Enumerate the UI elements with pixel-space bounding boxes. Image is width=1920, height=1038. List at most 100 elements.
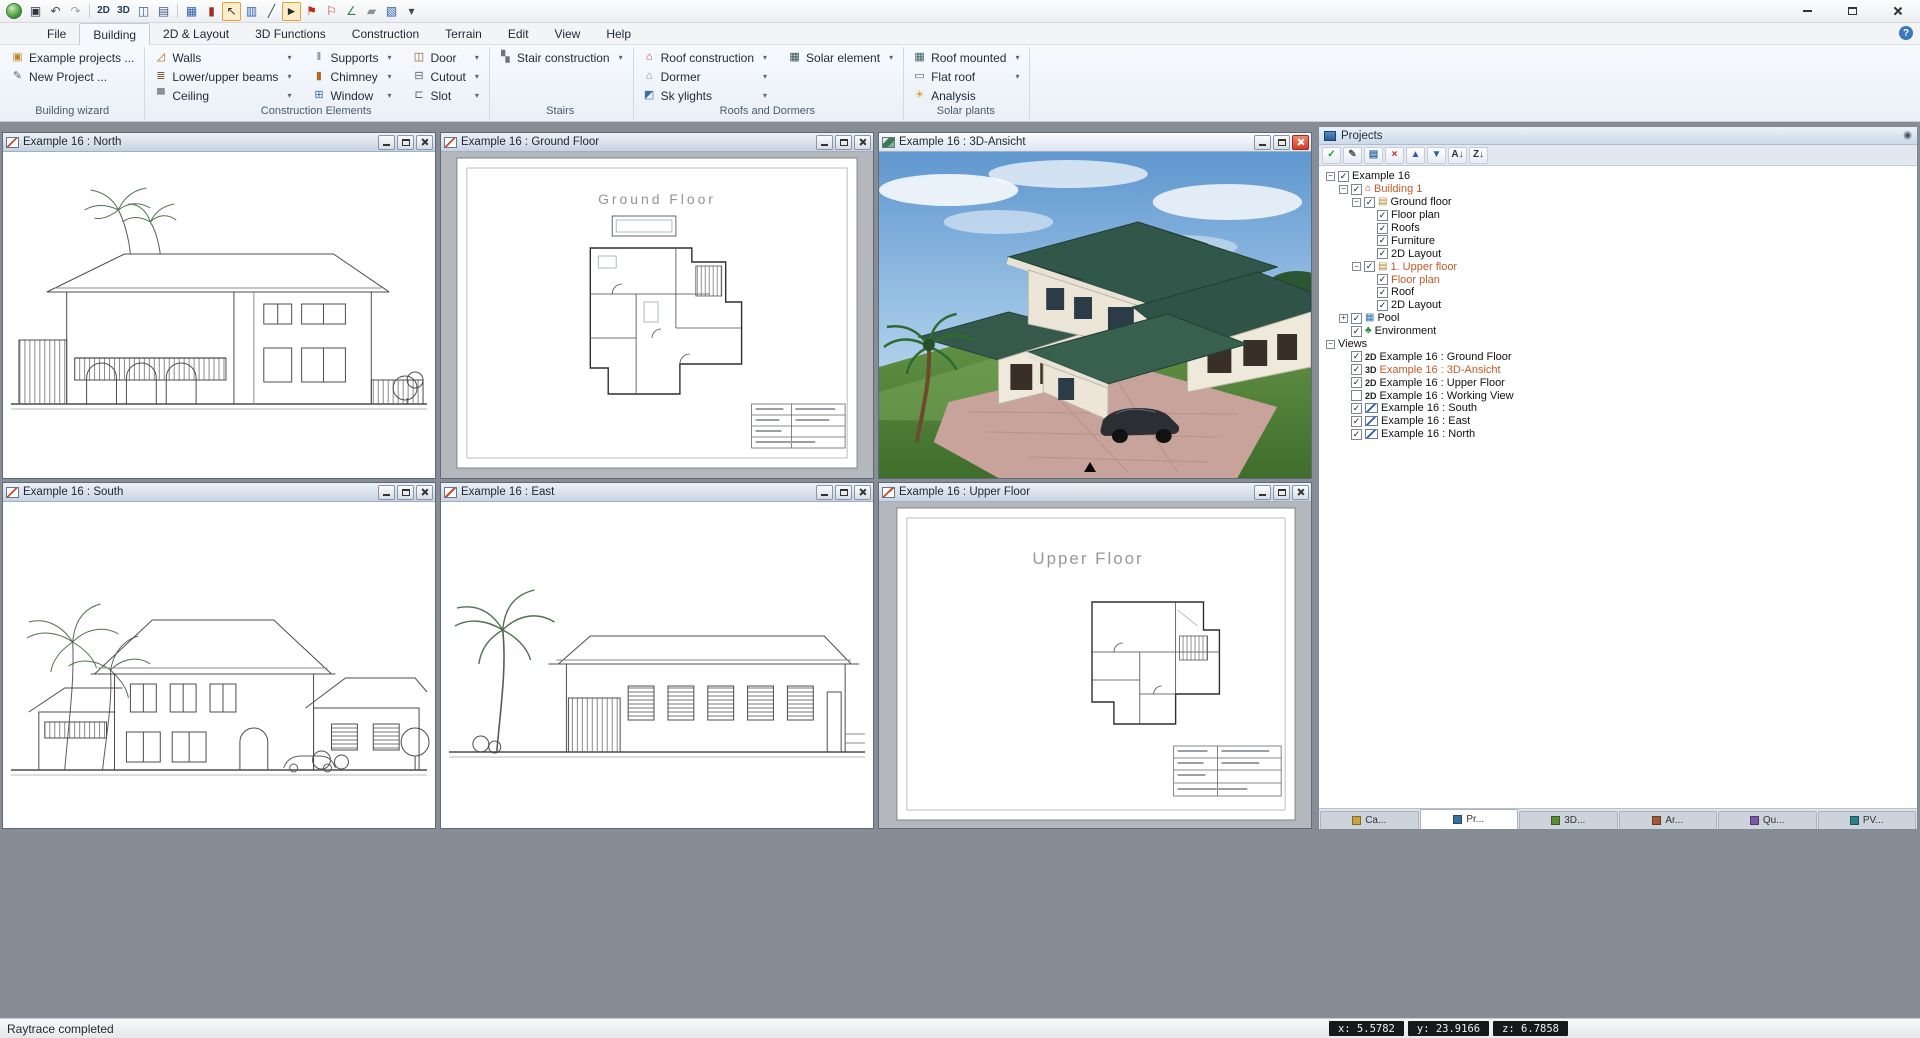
- window-titlebar[interactable]: Example 16 : North: [3, 133, 435, 152]
- window-maximize-button[interactable]: [835, 485, 852, 500]
- tree-checkbox[interactable]: ✓: [1364, 197, 1375, 208]
- tree-expander-icon[interactable]: −: [1326, 340, 1335, 349]
- tree-item-label[interactable]: Roofs: [1391, 222, 1420, 234]
- dropdown-arrow-icon[interactable]: ▾: [382, 91, 391, 100]
- ribbon-item-slot[interactable]: ⊏Slot▾: [410, 86, 481, 105]
- elevation-drawing-north[interactable]: [3, 152, 435, 478]
- save-icon[interactable]: ▣: [26, 2, 45, 21]
- tree-item-label[interactable]: Environment: [1375, 325, 1437, 337]
- tree-item-label[interactable]: Example 16 : Upper Floor: [1380, 377, 1505, 389]
- ribbon-item-door[interactable]: ◫Door▾: [410, 48, 481, 67]
- tile-vertical-icon[interactable]: ▤: [154, 2, 173, 21]
- window-close-button[interactable]: [854, 135, 871, 150]
- tree-item-label[interactable]: Example 16 : Working View: [1380, 390, 1514, 402]
- dropdown-arrow-icon[interactable]: ▾: [282, 72, 291, 81]
- window-maximize-button[interactable]: [397, 485, 414, 500]
- tree-item-label[interactable]: Floor plan: [1391, 209, 1440, 221]
- ribbon-item-sk-ylights[interactable]: ◩Sk ylights▾: [640, 86, 769, 105]
- plan-sheet-ground-floor[interactable]: Ground Floor: [441, 152, 873, 478]
- tree-checkbox[interactable]: ✓: [1377, 274, 1388, 285]
- tree-checkbox[interactable]: ✓: [1377, 287, 1388, 298]
- tree-item-label[interactable]: 2D Layout: [1391, 299, 1441, 311]
- menu-tab-file[interactable]: File: [34, 23, 79, 44]
- elevation-drawing-east[interactable]: [441, 502, 873, 828]
- dropdown-arrow-icon[interactable]: ▾: [470, 53, 479, 62]
- report-icon[interactable]: ▤: [1364, 147, 1383, 164]
- elevation-drawing-south[interactable]: [3, 502, 435, 828]
- window-maximize-button[interactable]: [397, 135, 414, 150]
- confirm-icon[interactable]: ✓: [1322, 147, 1341, 164]
- window-minimize-button[interactable]: [1254, 485, 1271, 500]
- tree-expander-icon[interactable]: +: [1339, 314, 1348, 323]
- window-titlebar[interactable]: Example 16 : 3D-Ansicht: [879, 133, 1311, 152]
- tree-checkbox[interactable]: [1351, 390, 1362, 401]
- dropdown-arrow-icon[interactable]: ▾: [282, 53, 291, 62]
- view-3d-button[interactable]: 3D: [114, 2, 133, 21]
- tree-item-label[interactable]: 2D Layout: [1391, 248, 1441, 260]
- tree-checkbox[interactable]: ✓: [1351, 429, 1362, 440]
- tile-horizontal-icon[interactable]: ◫: [134, 2, 153, 21]
- ribbon-item-flat-roof[interactable]: ▭Flat roof▾: [910, 67, 1021, 86]
- ribbon-item-stair-construction[interactable]: ▚Stair construction▾: [496, 48, 625, 67]
- tree-item-label[interactable]: Floor plan: [1391, 274, 1440, 286]
- dropdown-arrow-icon[interactable]: ▾: [758, 91, 767, 100]
- window-minimize-button[interactable]: [816, 485, 833, 500]
- move-down-icon[interactable]: ▼: [1427, 147, 1446, 164]
- panel-tab-areas[interactable]: Ar...: [1619, 811, 1718, 829]
- tree-item-label[interactable]: Views: [1338, 338, 1367, 350]
- menu-tab-2d-layout[interactable]: 2D & Layout: [150, 23, 242, 44]
- redo-icon[interactable]: ↷: [66, 2, 85, 21]
- grid-icon[interactable]: ▦: [182, 2, 201, 21]
- tree-checkbox[interactable]: ✓: [1351, 351, 1362, 362]
- tree-checkbox[interactable]: ✓: [1351, 313, 1362, 324]
- tree-checkbox[interactable]: ✓: [1377, 300, 1388, 311]
- tree-item-label[interactable]: Example 16 : South: [1381, 402, 1477, 414]
- flag-outline-icon[interactable]: ⚐: [322, 2, 341, 21]
- menu-tab-construction[interactable]: Construction: [339, 23, 432, 44]
- tree-checkbox[interactable]: ✓: [1377, 223, 1388, 234]
- render-icon[interactable]: ▮: [202, 2, 221, 21]
- tree-expander-icon[interactable]: −: [1326, 172, 1335, 181]
- panel-tab-quantities[interactable]: Qu...: [1718, 811, 1817, 829]
- window-maximize-button[interactable]: [1273, 135, 1290, 150]
- window-minimize-button[interactable]: [378, 135, 395, 150]
- delete-icon[interactable]: ×: [1385, 147, 1404, 164]
- app-logo[interactable]: [3, 2, 25, 21]
- window-titlebar[interactable]: Example 16 : Ground Floor: [441, 133, 873, 152]
- tree-checkbox[interactable]: ✓: [1377, 248, 1388, 259]
- panel-tab-pv[interactable]: PV...: [1818, 811, 1917, 829]
- ribbon-item-dormer[interactable]: ⌂Dormer▾: [640, 67, 769, 86]
- undo-icon[interactable]: ↶: [46, 2, 65, 21]
- pin-icon[interactable]: ◉: [1903, 130, 1912, 141]
- menu-tab-view[interactable]: View: [542, 23, 594, 44]
- tree-checkbox[interactable]: ✓: [1377, 235, 1388, 246]
- tree-checkbox[interactable]: ✓: [1364, 261, 1375, 272]
- plan-sheet-upper-floor[interactable]: Upper Floor: [879, 502, 1311, 828]
- ribbon-item-chimney[interactable]: ▮Chimney▾: [309, 67, 393, 86]
- panel-tab-3d-objects[interactable]: 3D...: [1519, 811, 1618, 829]
- tree-item-label[interactable]: Example 16 : East: [1381, 415, 1470, 427]
- window-maximize-button[interactable]: [1273, 485, 1290, 500]
- ribbon-item-solar-element[interactable]: ▦Solar element▾: [785, 48, 895, 67]
- ribbon-item-roof-construction[interactable]: ⌂Roof construction▾: [640, 48, 769, 67]
- tree-checkbox[interactable]: ✓: [1377, 210, 1388, 221]
- tree-item-label[interactable]: Furniture: [1391, 235, 1435, 247]
- move-up-icon[interactable]: ▲: [1406, 147, 1425, 164]
- window-titlebar[interactable]: Example 16 : Upper Floor: [879, 483, 1311, 502]
- ribbon-item-lower-upper-beams[interactable]: ≣Lower/upper beams▾: [151, 67, 293, 86]
- edit-icon[interactable]: ✎: [1343, 147, 1362, 164]
- tree-item-label[interactable]: 1. Upper floor: [1390, 261, 1457, 273]
- dropdown-arrow-icon[interactable]: ▾: [382, 53, 391, 62]
- measure-line-icon[interactable]: ╱: [262, 2, 281, 21]
- menu-tab-building[interactable]: Building: [79, 23, 150, 45]
- menu-tab-help[interactable]: Help: [593, 23, 644, 44]
- menu-tab-edit[interactable]: Edit: [495, 23, 542, 44]
- window-close-button[interactable]: [416, 135, 433, 150]
- window-minimize-button[interactable]: [1254, 135, 1271, 150]
- help-icon[interactable]: ?: [1899, 26, 1913, 40]
- tree-item-label[interactable]: Example 16 : North: [1381, 428, 1475, 440]
- projects-panel-header[interactable]: Projects ◉: [1319, 127, 1917, 145]
- dropdown-arrow-icon[interactable]: ▾: [758, 53, 767, 62]
- tree-checkbox[interactable]: ✓: [1351, 184, 1362, 195]
- dropdown-arrow-icon[interactable]: ▾: [884, 53, 893, 62]
